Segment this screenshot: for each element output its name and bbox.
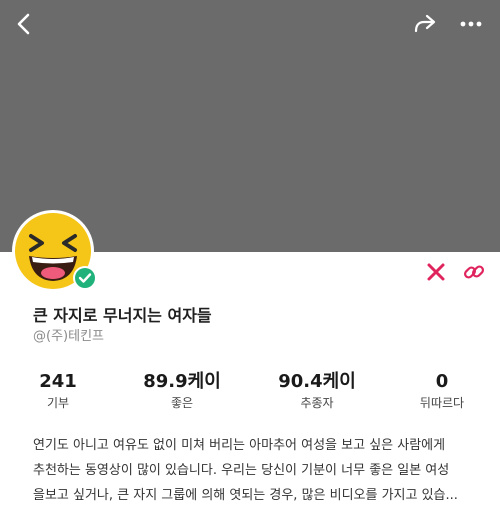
verified-badge	[72, 265, 98, 291]
back-button[interactable]	[8, 8, 40, 40]
verified-check-icon	[73, 266, 97, 290]
stat-label: 기부	[46, 396, 70, 410]
stat-likes[interactable]: 89.9케이 좋은	[127, 370, 237, 412]
stat-value: 0	[435, 371, 449, 392]
website-link[interactable]	[463, 261, 485, 283]
profile-stats: 241 기부 89.9케이 좋은 90.4케이 추종자 0 뒤따르다	[0, 370, 500, 420]
stat-label: 뒤따르다	[419, 396, 465, 410]
stat-followers[interactable]: 90.4케이 추종자	[262, 370, 372, 412]
profile-name: 큰 자지로 무너지는 여자들	[33, 306, 212, 325]
more-options-button[interactable]	[455, 8, 487, 40]
stat-value: 90.4케이	[278, 371, 356, 392]
profile-description: 연기도 아니고 여유도 없이 미쳐 버리는 아마추어 여성을 보고 싶은 사람에…	[33, 433, 473, 508]
description-line: 연기도 아니고 여유도 없이 미쳐 버리는 아마추어 여성을 보고 싶은 사람에…	[33, 438, 446, 453]
share-button[interactable]	[409, 8, 441, 40]
stat-donations[interactable]: 241 기부	[3, 370, 113, 412]
stat-label: 추종자	[300, 396, 334, 410]
more-dots-icon	[460, 21, 482, 27]
link-icon	[463, 265, 485, 279]
description-line: 을보고 싶거나, 큰 자지 그룹에 의해 엿되는 경우, 많은 비디오를 가지고…	[33, 488, 458, 503]
stat-label: 좋은	[170, 396, 194, 410]
stat-value: 89.9케이	[143, 371, 221, 392]
stat-following[interactable]: 0 뒤따르다	[387, 370, 497, 412]
stat-value: 241	[39, 371, 77, 392]
x-social-link[interactable]	[425, 261, 447, 283]
chevron-left-icon	[17, 13, 30, 35]
share-arrow-icon	[414, 14, 436, 33]
profile-handle: @(주)테킨프	[33, 329, 104, 344]
description-line: 추천하는 동영상이 많이 있습니다. 우리는 당신이 기분이 너무 좋은 일본 …	[33, 463, 450, 478]
x-logo-icon	[427, 263, 445, 281]
